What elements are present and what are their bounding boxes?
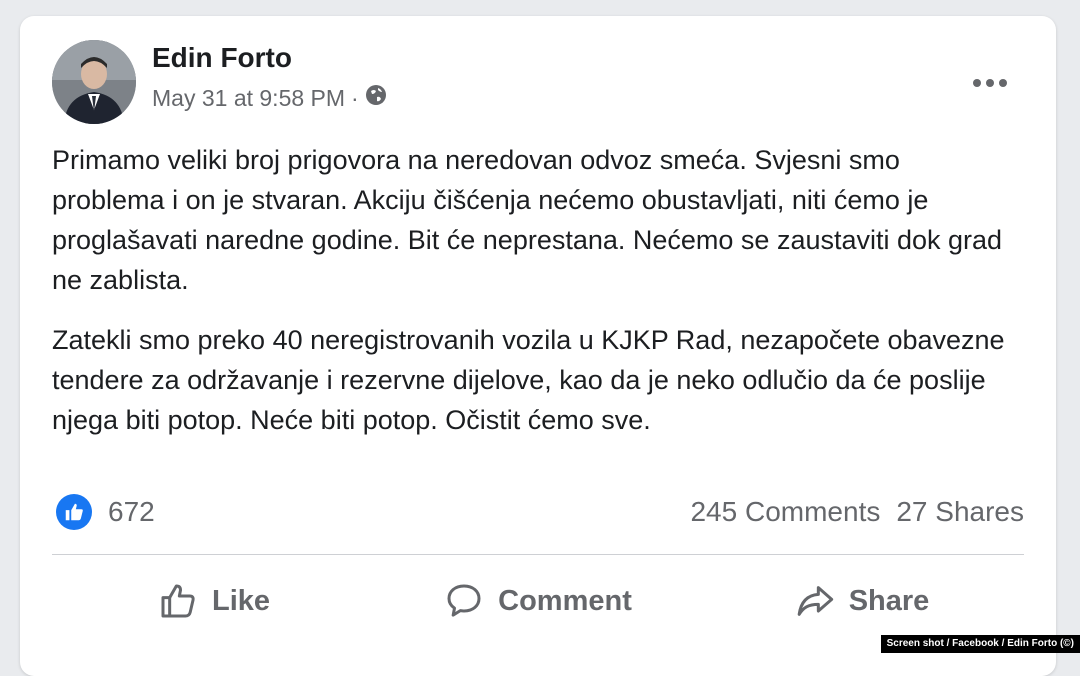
post-stats: 672 245 Comments 27 Shares (52, 490, 1024, 534)
comments-count[interactable]: 245 Comments (690, 496, 880, 528)
post-header: Edin Forto May 31 at 9:58 PM · (52, 40, 1026, 124)
engagement-counts: 245 Comments 27 Shares (690, 496, 1024, 528)
author-name[interactable]: Edin Forto (152, 42, 292, 74)
image-credit: Screen shot / Facebook / Edin Forto (©) (881, 635, 1080, 653)
globe-icon (365, 84, 387, 112)
like-label: Like (212, 585, 270, 618)
like-button[interactable]: Like (52, 568, 376, 634)
comment-button[interactable]: Comment (376, 568, 700, 634)
share-arrow-icon (795, 581, 835, 621)
post-paragraph: Zatekli smo preko 40 neregistrovanih voz… (52, 320, 1012, 440)
shares-count[interactable]: 27 Shares (896, 496, 1024, 528)
meta-separator: · (351, 85, 359, 112)
more-options-icon[interactable] (972, 62, 1008, 96)
divider (52, 554, 1024, 555)
like-reaction-icon[interactable] (56, 494, 92, 530)
comment-bubble-icon (444, 581, 484, 621)
share-button[interactable]: Share (700, 568, 1024, 634)
post-paragraph: Primamo veliki broj prigovora na neredov… (52, 140, 1012, 300)
thumbs-up-icon (158, 581, 198, 621)
post-timestamp[interactable]: May 31 at 9:58 PM (152, 85, 345, 112)
post-body: Primamo veliki broj prigovora na neredov… (52, 140, 1012, 460)
post-meta: May 31 at 9:58 PM · (152, 84, 387, 112)
action-bar: Like Comment Share (52, 568, 1024, 634)
post-card: Edin Forto May 31 at 9:58 PM · Primamo v… (20, 16, 1056, 676)
comment-label: Comment (498, 585, 632, 618)
share-label: Share (849, 585, 930, 618)
avatar[interactable] (52, 40, 136, 124)
reaction-count[interactable]: 672 (108, 496, 155, 528)
